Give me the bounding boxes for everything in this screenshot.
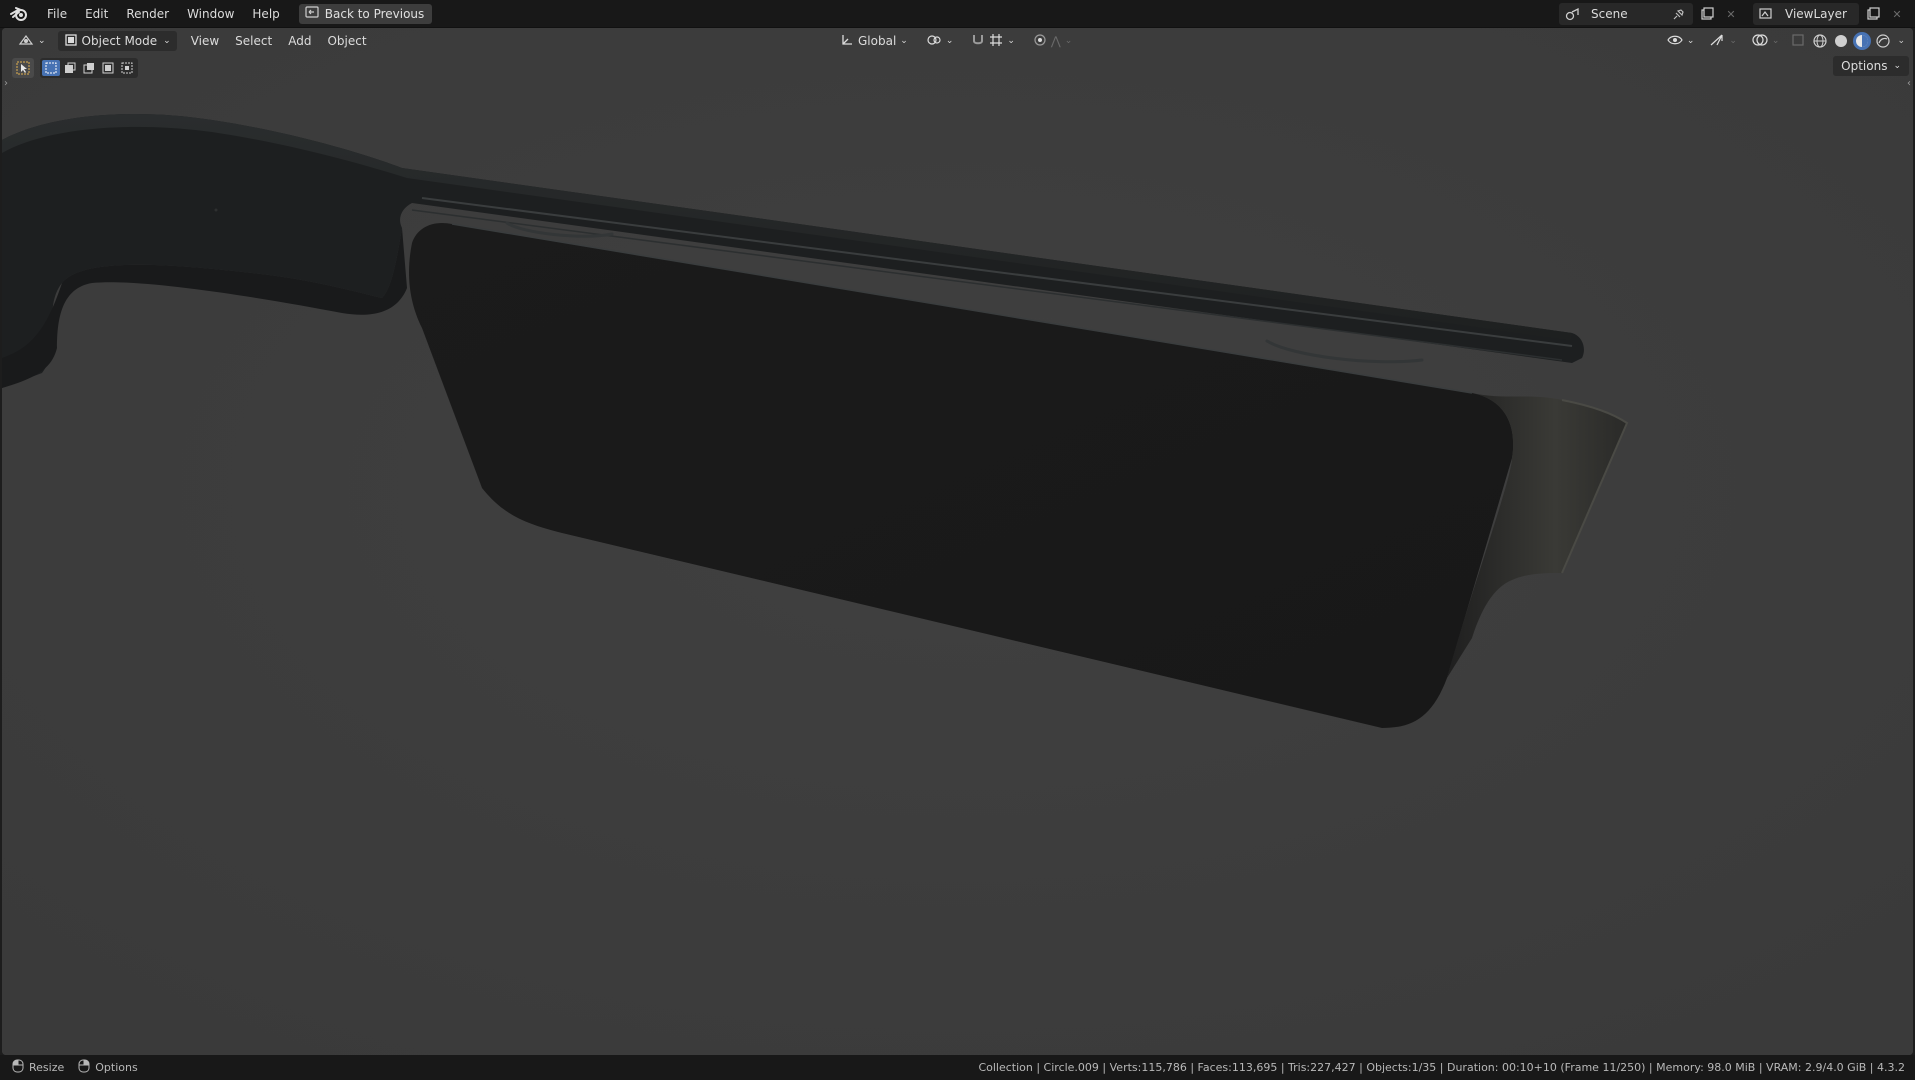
- menu-window[interactable]: Window: [178, 3, 243, 25]
- transform-controls: Global ⌄ ⌄ ⌄ ⋀ ⌄: [834, 31, 1078, 51]
- options-label: Options: [1841, 59, 1888, 73]
- selection-mode-group: [40, 58, 138, 78]
- new-scene-icon[interactable]: [1697, 4, 1717, 24]
- new-view-layer-icon[interactable]: [1863, 4, 1883, 24]
- menu-select[interactable]: Select: [227, 31, 280, 51]
- scene-icon[interactable]: [1563, 4, 1583, 24]
- pivot-icon: [926, 33, 942, 50]
- toolbar-expand-icon[interactable]: ›: [4, 78, 8, 89]
- sidebar-expand-icon[interactable]: ‹: [1907, 78, 1911, 89]
- transform-orientation-dropdown[interactable]: Global ⌄: [834, 31, 914, 51]
- select-tool-button[interactable]: [12, 58, 34, 78]
- visibility-dropdown[interactable]: ⌄: [1661, 31, 1701, 51]
- chevron-down-icon: ⌄: [1064, 36, 1073, 46]
- mouse-right-icon: [78, 1059, 90, 1076]
- magnet-icon: [971, 33, 985, 50]
- invert-selection-icon[interactable]: [99, 60, 117, 76]
- chevron-down-icon: ⌄: [1729, 36, 1737, 46]
- scene-field[interactable]: Scene: [1559, 3, 1693, 25]
- falloff-icon: ⋀: [1050, 34, 1061, 48]
- back-to-previous-button[interactable]: Back to Previous: [298, 3, 433, 24]
- view-layer-icon[interactable]: [1757, 4, 1777, 24]
- menu-render[interactable]: Render: [117, 3, 178, 25]
- scene-statistics: Collection | Circle.009 | Verts:115,786 …: [978, 1061, 1905, 1074]
- mouse-left-icon: [12, 1059, 24, 1076]
- material-shading-icon[interactable]: [1853, 32, 1872, 50]
- snap-grid-icon: [989, 33, 1003, 50]
- menu-view[interactable]: View: [183, 31, 227, 51]
- chevron-down-icon: ⌄: [945, 36, 954, 46]
- transform-orientation-label: Global: [858, 34, 897, 48]
- 3d-model-dark-blade[interactable]: [2, 28, 1913, 1055]
- status-options-label: Options: [95, 1061, 138, 1074]
- viewport-header: ⌄ Object Mode ⌄ View Select Add Object G…: [2, 28, 1913, 54]
- blender-logo-icon[interactable]: [8, 3, 30, 25]
- intersect-selection-icon[interactable]: [118, 60, 136, 76]
- menu-add[interactable]: Add: [280, 31, 319, 51]
- back-icon: [305, 6, 319, 21]
- chevron-down-icon: ⌄: [38, 36, 46, 46]
- axis-icon: [840, 33, 854, 50]
- xray-icon: [1791, 33, 1805, 50]
- subtract-selection-icon[interactable]: [80, 60, 98, 76]
- status-bar: Resize Options Collection | Circle.009 |…: [0, 1055, 1915, 1080]
- close-view-layer-icon[interactable]: ✕: [1887, 4, 1907, 24]
- status-options-hint: Options: [78, 1059, 138, 1076]
- chevron-down-icon: ⌄: [1007, 36, 1015, 46]
- object-mode-icon: [64, 33, 78, 50]
- pivot-point-dropdown[interactable]: ⌄: [920, 31, 960, 51]
- solid-shading-icon[interactable]: [1832, 32, 1850, 50]
- chevron-down-icon: ⌄: [900, 36, 908, 46]
- viewport-options-dropdown[interactable]: Options ⌄: [1833, 56, 1909, 76]
- top-menu-bar: File Edit Render Window Help Back to Pre…: [0, 0, 1915, 28]
- chevron-down-icon: ⌄: [1893, 61, 1901, 71]
- view-layer-field[interactable]: ViewLayer: [1753, 3, 1859, 25]
- menu-edit[interactable]: Edit: [76, 3, 117, 25]
- close-icon[interactable]: ✕: [1721, 4, 1741, 24]
- proportional-icon: [1033, 33, 1047, 50]
- xray-toggle[interactable]: [1788, 31, 1808, 51]
- object-mode-dropdown[interactable]: Object Mode ⌄: [57, 31, 177, 51]
- back-to-previous-label: Back to Previous: [324, 6, 425, 21]
- eye-icon: [1667, 34, 1683, 49]
- menu-help[interactable]: Help: [243, 3, 288, 25]
- tool-settings-row: [12, 58, 138, 78]
- rendered-shading-icon[interactable]: [1874, 32, 1892, 50]
- viewport-display-controls: ⌄ ⌄ ⌄ ⌄: [1661, 31, 1905, 51]
- extend-selection-icon[interactable]: [61, 60, 79, 76]
- 3d-viewport-icon: [18, 33, 34, 50]
- pin-icon[interactable]: [1669, 4, 1689, 24]
- editor-type-button[interactable]: ⌄: [12, 31, 52, 51]
- menu-file[interactable]: File: [38, 3, 76, 25]
- menu-object[interactable]: Object: [319, 31, 374, 51]
- chevron-down-icon: ⌄: [1771, 36, 1780, 46]
- view-layer-name[interactable]: ViewLayer: [1781, 7, 1855, 21]
- scene-selector-area: Scene ✕ ViewLayer ✕: [1559, 3, 1907, 25]
- status-resize-hint: Resize: [12, 1059, 64, 1076]
- gizmo-toggle[interactable]: ⌄: [1703, 31, 1743, 51]
- object-mode-label: Object Mode: [81, 34, 158, 48]
- resize-label: Resize: [29, 1061, 65, 1074]
- scene-name[interactable]: Scene: [1587, 7, 1665, 21]
- overlay-toggle[interactable]: ⌄: [1746, 31, 1786, 51]
- snap-toggle[interactable]: ⌄: [965, 31, 1021, 51]
- wireframe-shading-icon[interactable]: [1811, 32, 1829, 50]
- overlay-icon: [1752, 33, 1768, 50]
- set-new-selection-icon[interactable]: [42, 60, 60, 76]
- proportional-editing-toggle[interactable]: ⋀ ⌄: [1027, 31, 1078, 51]
- chevron-down-icon: ⌄: [163, 36, 171, 46]
- 3d-viewport[interactable]: ⌄ Object Mode ⌄ View Select Add Object G…: [2, 28, 1913, 1055]
- chevron-down-icon: ⌄: [1686, 36, 1695, 46]
- gizmo-icon: [1709, 33, 1725, 50]
- chevron-down-icon[interactable]: ⌄: [1897, 36, 1905, 46]
